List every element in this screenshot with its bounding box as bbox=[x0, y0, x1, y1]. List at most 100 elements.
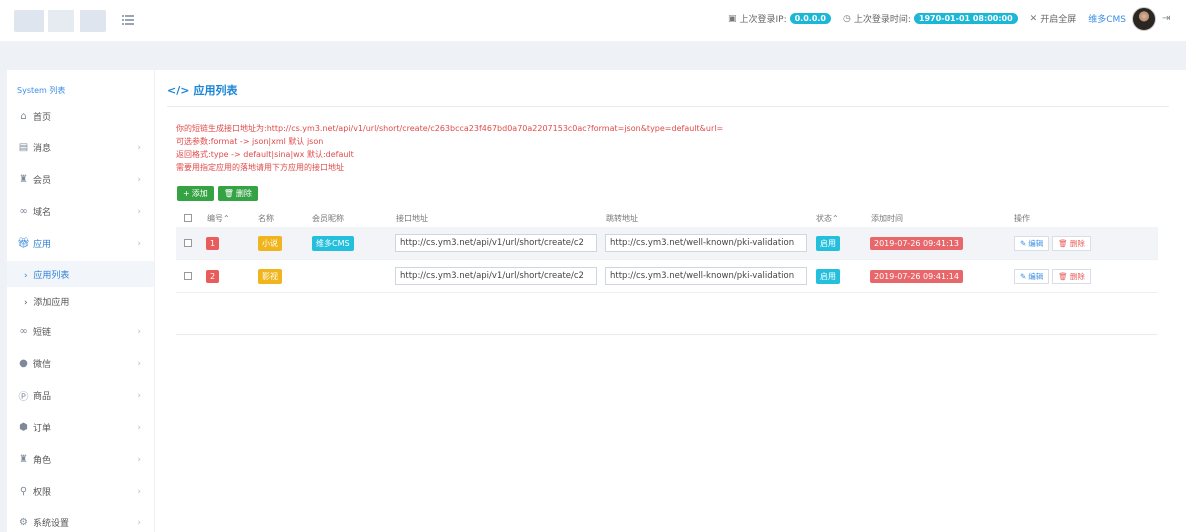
row-delete-button[interactable]: 🗑︎ 删除 bbox=[1052, 235, 1091, 251]
last-ip-label: 上次登录IP: bbox=[739, 15, 787, 25]
edit-button[interactable]: ✎ 编辑 bbox=[1014, 268, 1050, 284]
table-footer-divider bbox=[176, 334, 1158, 335]
status-badge[interactable]: 启用 bbox=[816, 268, 840, 284]
jump-url-field[interactable]: http://cs.ym3.net/well-known/pki-validat… bbox=[605, 267, 807, 285]
message-icon: ▤ bbox=[18, 142, 29, 153]
sidebar-item-domain[interactable]: ∞ 域名 › bbox=[7, 196, 154, 227]
edit-icon: ✎ bbox=[1020, 271, 1027, 281]
api-url-field[interactable]: http://cs.ym3.net/api/v1/url/short/creat… bbox=[395, 267, 597, 285]
select-all-checkbox[interactable] bbox=[184, 214, 192, 222]
sidebar-item-order[interactable]: ⬢ 订单 › bbox=[7, 412, 154, 443]
last-time-label: 上次登录时间: bbox=[853, 15, 911, 25]
logo[interactable] bbox=[14, 10, 106, 32]
header-member: 会员昵称 bbox=[312, 213, 344, 223]
add-button[interactable]: + 添加 bbox=[177, 186, 214, 201]
domain-icon: ∞ bbox=[19, 206, 28, 217]
sidebar-item-label: 微信 bbox=[33, 360, 52, 370]
sidebar-item-member[interactable]: ♜ 会员 › bbox=[7, 164, 154, 195]
member-badge: 维多CMS bbox=[312, 235, 354, 251]
note-line: 可选参数:format -> json|xml 默认 json bbox=[176, 137, 324, 146]
header-label: 编号 bbox=[207, 213, 223, 223]
menu-icon[interactable] bbox=[122, 14, 134, 25]
toolbar: + 添加 🗑︎ 删除 bbox=[177, 186, 258, 201]
time-badge: 2019-07-26 09:41:14 bbox=[870, 269, 963, 283]
fullscreen-icon: ✕ bbox=[1029, 13, 1038, 24]
edit-label: 编辑 bbox=[1028, 271, 1044, 281]
sidebar-item-label: 应用 bbox=[33, 240, 52, 250]
chevron-right-icon: › bbox=[137, 206, 141, 217]
sidebar-item-app[interactable]: 🎁︎ 应用 › bbox=[7, 228, 154, 259]
product-icon: Ⓟ bbox=[18, 392, 29, 403]
sidebar-item-label: 会员 bbox=[33, 176, 52, 186]
trash-icon: 🗑︎ bbox=[223, 189, 234, 198]
table-header: 编号 ⌃ 名称 会员昵称 接口地址 跳转地址 状态 ⌃ 添加时间 操作 bbox=[176, 209, 1158, 227]
avatar[interactable] bbox=[1132, 6, 1156, 31]
fullscreen-label: 开启全屏 bbox=[1040, 15, 1077, 25]
note-line: 返回格式:type -> default|sina|wx 默认:default bbox=[176, 150, 354, 159]
sidebar-item-home[interactable]: ⌂ 首页 bbox=[7, 101, 154, 132]
note-line: 你的短链生成接口地址为:http://cs.ym3.net/api/v1/url… bbox=[176, 124, 724, 133]
sidebar-item-settings[interactable]: ⚙ 系统设置 › bbox=[7, 507, 154, 532]
sort-id-header[interactable]: 编号 ⌃ bbox=[207, 213, 230, 224]
ip-icon: ▣ bbox=[727, 13, 737, 24]
settings-icon: ⚙ bbox=[19, 517, 28, 528]
shortlink-icon: ∞ bbox=[19, 326, 28, 337]
sidebar-item-label: 商品 bbox=[33, 392, 52, 402]
chevron-right-icon: › bbox=[137, 174, 141, 185]
user-name-link[interactable]: 维多CMS bbox=[1088, 12, 1126, 25]
sidebar-item-label: 订单 bbox=[33, 424, 52, 434]
sidebar-item-shortlink[interactable]: ∞ 短链 › bbox=[7, 316, 154, 347]
clock-icon: ◷ bbox=[843, 13, 851, 24]
fullscreen-button[interactable]: ✕ 开启全屏 bbox=[1029, 12, 1077, 26]
code-icon: </> bbox=[167, 83, 190, 97]
top-bar: ▣ 上次登录IP: 0.0.0.0 ◷ 上次登录时间: 1970-01-01 0… bbox=[0, 0, 1186, 41]
main-panel: </> 应用列表 你的短链生成接口地址为:http://cs.ym3.net/a… bbox=[155, 70, 1186, 532]
api-notes: 你的短链生成接口地址为:http://cs.ym3.net/api/v1/url… bbox=[176, 122, 723, 174]
last-ip-badge: 0.0.0.0 bbox=[789, 13, 831, 24]
sidebar: System 列表 ⌂ 首页 ▤ 消息 › ♜ 会员 › ∞ 域名 › 🎁︎ 应… bbox=[7, 70, 154, 532]
jump-url-field[interactable]: http://cs.ym3.net/well-known/pki-validat… bbox=[605, 234, 807, 252]
divider bbox=[167, 106, 1169, 107]
sidebar-subitem-label: › 应用列表 bbox=[24, 270, 70, 281]
sidebar-item-label: 域名 bbox=[33, 208, 52, 218]
chevron-right-icon: › bbox=[137, 358, 141, 369]
sidebar-item-label: 消息 bbox=[33, 144, 52, 154]
sidebar-subitem-add-app[interactable]: › 添加应用 bbox=[7, 288, 154, 314]
sidebar-item-message[interactable]: ▤ 消息 › bbox=[7, 132, 154, 163]
sidebar-subitem-label: › 添加应用 bbox=[24, 297, 70, 308]
sidebar-subitem-text: 添加应用 bbox=[33, 297, 70, 308]
sort-status-header[interactable]: 状态 ⌃ bbox=[816, 213, 839, 224]
row-checkbox[interactable] bbox=[184, 239, 192, 247]
edit-button[interactable]: ✎ 编辑 bbox=[1014, 235, 1050, 251]
home-icon: ⌂ bbox=[20, 111, 27, 122]
row-delete-button[interactable]: 🗑︎ 删除 bbox=[1052, 268, 1091, 284]
app-icon: 🎁︎ bbox=[17, 238, 30, 249]
row-checkbox[interactable] bbox=[184, 272, 192, 280]
trash-icon: 🗑︎ bbox=[1058, 238, 1068, 248]
sidebar-item-wechat[interactable]: ● 微信 › bbox=[7, 348, 154, 379]
header-jump: 跳转地址 bbox=[606, 213, 638, 223]
sidebar-subitem-app-list[interactable]: › 应用列表 bbox=[7, 261, 154, 287]
add-button-label: 添加 bbox=[191, 189, 208, 198]
name-badge: 影视 bbox=[258, 268, 282, 284]
page-header: </> 应用列表 bbox=[167, 82, 237, 98]
chevron-right-icon: › bbox=[137, 142, 141, 153]
delete-label: 删除 bbox=[1069, 238, 1085, 248]
sidebar-item-permission[interactable]: ⚲ 权限 › bbox=[7, 476, 154, 507]
sidebar-item-product[interactable]: Ⓟ 商品 › bbox=[7, 380, 154, 411]
order-icon: ⬢ bbox=[19, 422, 28, 433]
sidebar-item-label: 权限 bbox=[33, 488, 52, 498]
table-row: 2 影视 http://cs.ym3.net/api/v1/url/short/… bbox=[176, 260, 1158, 293]
delete-button[interactable]: 🗑︎ 删除 bbox=[217, 186, 258, 201]
header-label: 状态 bbox=[816, 213, 832, 223]
plus-icon: + bbox=[183, 189, 190, 198]
chevron-right-icon: › bbox=[137, 454, 141, 465]
api-url-field[interactable]: http://cs.ym3.net/api/v1/url/short/creat… bbox=[395, 234, 597, 252]
status-badge[interactable]: 启用 bbox=[816, 235, 840, 251]
logout-icon[interactable]: ⇥ bbox=[1162, 13, 1174, 24]
table-row: 1 小说 维多CMS http://cs.ym3.net/api/v1/url/… bbox=[176, 227, 1158, 260]
sidebar-item-role[interactable]: ♜ 角色 › bbox=[7, 444, 154, 475]
last-login-ip: ▣ 上次登录IP: 0.0.0.0 bbox=[728, 12, 831, 25]
id-badge: 1 bbox=[206, 236, 220, 250]
header-name: 名称 bbox=[258, 213, 274, 223]
